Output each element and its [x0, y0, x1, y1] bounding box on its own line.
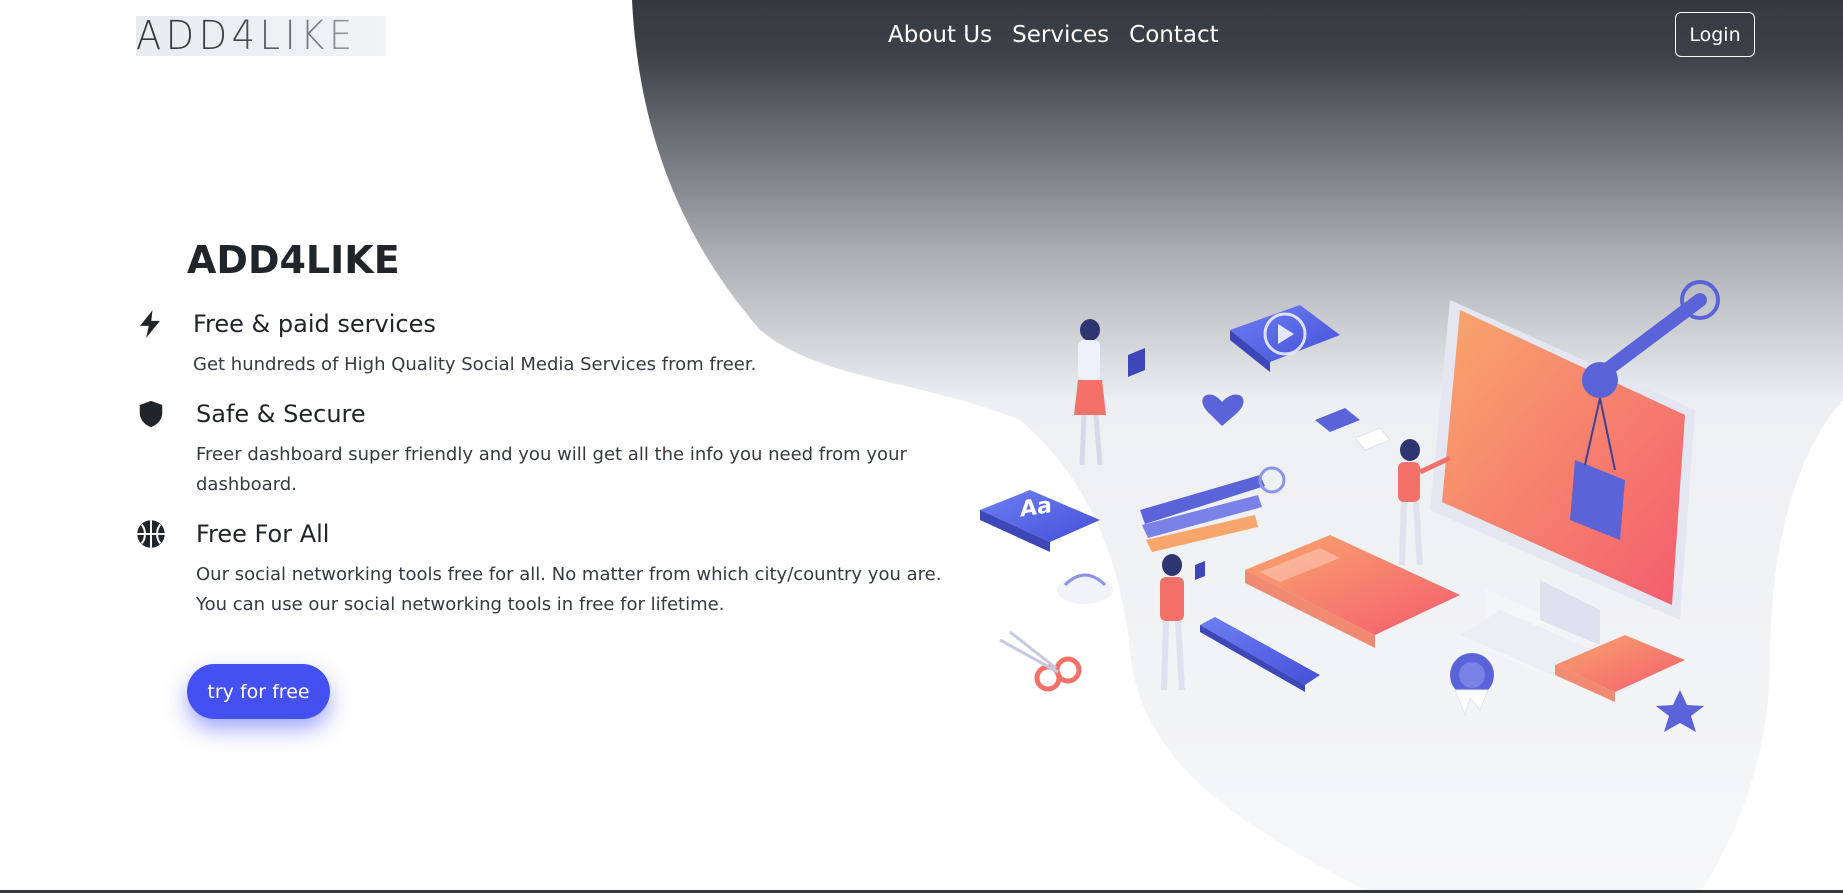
hero-title: ADD4LIKE: [187, 238, 400, 282]
compass-illustration: [1057, 573, 1113, 604]
feature-desc-free-for-all: Our social networking tools free for all…: [196, 564, 942, 615]
small-card-illustration: [1315, 408, 1360, 432]
nav-services[interactable]: Services: [1012, 22, 1109, 48]
svg-text:Aa: Aa: [1020, 492, 1052, 522]
ruler-illustration: [1200, 617, 1320, 692]
logo-text: ADD4LIKE: [136, 13, 357, 59]
person-tablet-illustration: [1074, 319, 1145, 466]
logo[interactable]: ADD4LIKE: [136, 16, 386, 56]
feature-title-free-for-all: Free For All: [196, 520, 330, 548]
text-card-illustration: Aa: [980, 490, 1100, 552]
badge-illustration: [1450, 653, 1494, 717]
tablet-illustration: [1245, 535, 1460, 648]
main-nav: About Us Services Contact: [888, 22, 1219, 48]
nav-about-us[interactable]: About Us: [888, 22, 992, 48]
scissors-illustration: [999, 630, 1082, 692]
nav-contact[interactable]: Contact: [1129, 22, 1218, 48]
feature-desc-safe-secure: Freer dashboard super friendly and you w…: [196, 444, 907, 495]
feature-desc-free-paid: Get hundreds of High Quality Social Medi…: [193, 354, 757, 375]
lightning-icon: [140, 310, 160, 338]
color-swatch-illustration: [1140, 466, 1286, 552]
person-phone-illustration: [1160, 554, 1205, 691]
hero-illustration: Aa: [980, 280, 1720, 732]
star-illustration: [1656, 690, 1704, 732]
try-for-free-button[interactable]: try for free: [187, 664, 330, 719]
heart-illustration: [1202, 394, 1244, 426]
login-button[interactable]: Login: [1675, 12, 1755, 57]
shield-icon: [139, 400, 163, 428]
play-card-illustration: [1230, 305, 1340, 372]
monitor-illustration: [1430, 280, 1720, 700]
feature-title-free-paid: Free & paid services: [193, 310, 436, 338]
basketball-icon: [137, 520, 165, 548]
feature-title-safe-secure: Safe & Secure: [196, 400, 366, 428]
